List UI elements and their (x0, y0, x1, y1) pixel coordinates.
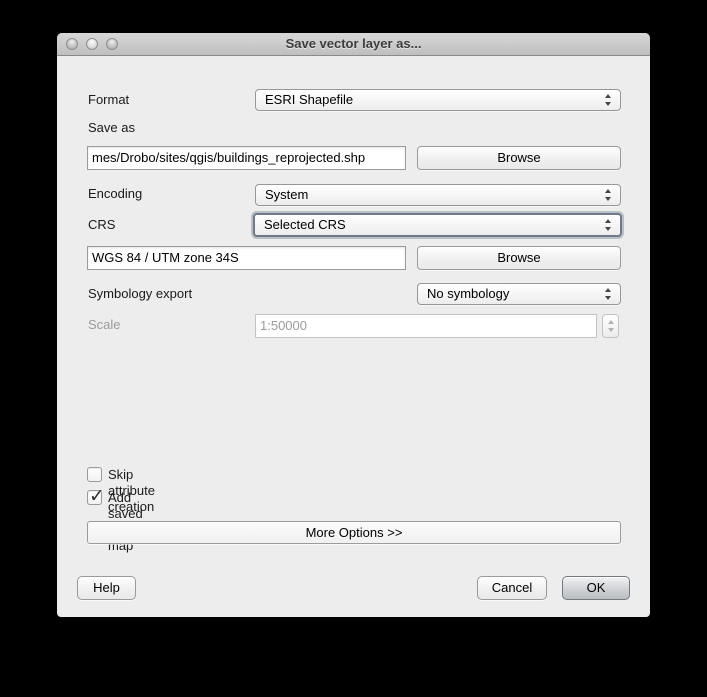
crs-dropdown-value: Selected CRS (264, 217, 346, 232)
crs-label: CRS (88, 217, 115, 233)
dropdown-arrows-icon (605, 219, 612, 231)
symbology-dropdown-value: No symbology (427, 286, 509, 301)
encoding-dropdown[interactable]: System (255, 184, 621, 206)
format-dropdown-value: ESRI Shapefile (265, 92, 353, 107)
save-as-path-value: mes/Drobo/sites/qgis/buildings_reproject… (92, 150, 365, 165)
spinner-down-icon (608, 328, 614, 332)
more-options-label: More Options >> (306, 525, 403, 540)
ok-button-label: OK (587, 580, 606, 595)
save-vector-layer-dialog: Save vector layer as... Format ESRI Shap… (57, 33, 650, 617)
symbology-export-label: Symbology export (88, 286, 192, 302)
dropdown-arrows-icon (605, 288, 612, 300)
format-label: Format (88, 92, 129, 108)
encoding-dropdown-value: System (265, 187, 308, 202)
skip-attribute-creation-checkbox[interactable] (87, 467, 102, 482)
crs-browse-button[interactable]: Browse (417, 246, 621, 270)
cancel-button-label: Cancel (492, 580, 532, 595)
crs-name-input[interactable]: WGS 84 / UTM zone 34S (87, 246, 406, 270)
checkmark-icon: ✓ (89, 485, 105, 508)
save-as-label: Save as (88, 120, 135, 136)
save-as-browse-button[interactable]: Browse (417, 146, 621, 170)
symbology-dropdown[interactable]: No symbology (417, 283, 621, 305)
scale-input: 1:50000 (255, 314, 597, 338)
crs-dropdown[interactable]: Selected CRS (253, 213, 622, 237)
scale-label: Scale (88, 317, 121, 333)
add-saved-file-checkbox[interactable]: ✓ (87, 490, 102, 505)
ok-button[interactable]: OK (562, 576, 630, 600)
dropdown-arrows-icon (605, 189, 612, 201)
help-button[interactable]: Help (77, 576, 136, 600)
save-as-path-input[interactable]: mes/Drobo/sites/qgis/buildings_reproject… (87, 146, 406, 170)
scale-stepper (602, 314, 619, 338)
format-dropdown[interactable]: ESRI Shapefile (255, 89, 621, 111)
spinner-up-icon (608, 320, 614, 324)
dropdown-arrows-icon (605, 94, 612, 106)
help-button-label: Help (93, 580, 120, 595)
cancel-button[interactable]: Cancel (477, 576, 547, 600)
scale-value: 1:50000 (260, 318, 307, 333)
titlebar[interactable]: Save vector layer as... (57, 33, 650, 56)
save-as-browse-label: Browse (497, 150, 540, 165)
more-options-button[interactable]: More Options >> (87, 521, 621, 544)
crs-browse-label: Browse (497, 250, 540, 265)
encoding-label: Encoding (88, 186, 142, 202)
window-title: Save vector layer as... (57, 36, 650, 51)
crs-name-value: WGS 84 / UTM zone 34S (92, 250, 239, 265)
screenshot-canvas: { "window": { "title": "Save vector laye… (0, 0, 707, 697)
